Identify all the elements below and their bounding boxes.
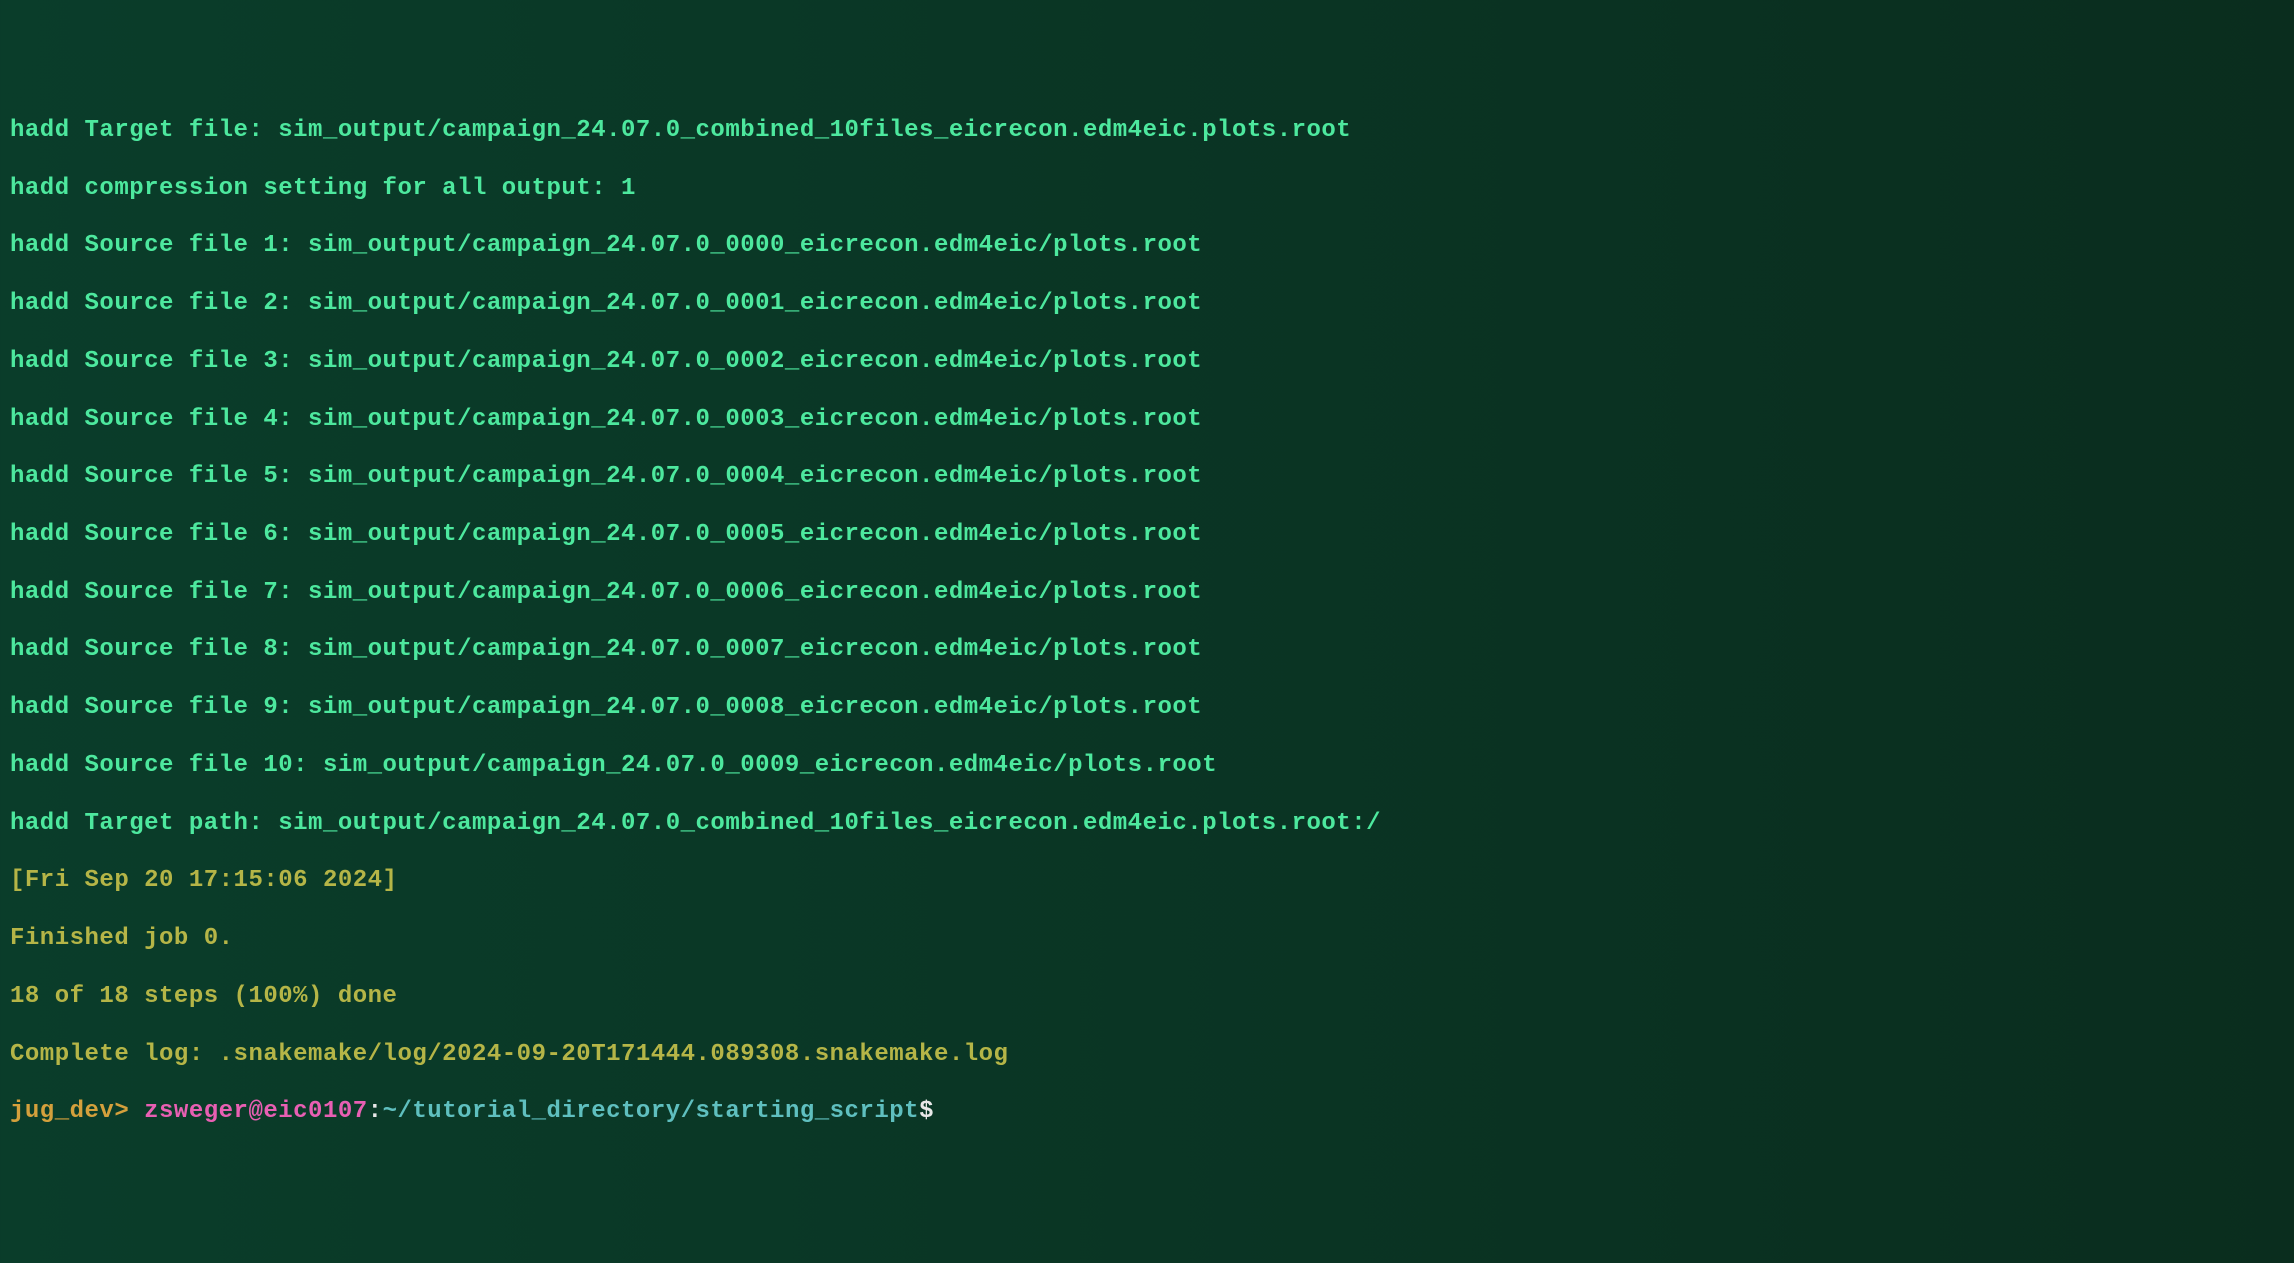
complete-log-line: Complete log: .snakemake/log/2024-09-20T…: [10, 1040, 2284, 1071]
timestamp-line: [Fri Sep 20 17:15:06 2024]: [10, 866, 2284, 897]
prompt-colon: :: [368, 1098, 383, 1125]
prompt-user-host: zsweger@eic0107: [144, 1098, 368, 1125]
hadd-target-path-line: hadd Target path: sim_output/campaign_24…: [10, 809, 2284, 840]
hadd-source-8-line: hadd Source file 8: sim_output/campaign_…: [10, 635, 2284, 666]
prompt-dollar: $: [919, 1098, 934, 1125]
hadd-source-5-line: hadd Source file 5: sim_output/campaign_…: [10, 462, 2284, 493]
hadd-source-4-line: hadd Source file 4: sim_output/campaign_…: [10, 405, 2284, 436]
hadd-source-10-line: hadd Source file 10: sim_output/campaign…: [10, 751, 2284, 782]
hadd-source-9-line: hadd Source file 9: sim_output/campaign_…: [10, 693, 2284, 724]
hadd-source-3-line: hadd Source file 3: sim_output/campaign_…: [10, 347, 2284, 378]
hadd-source-7-line: hadd Source file 7: sim_output/campaign_…: [10, 578, 2284, 609]
prompt-prefix: jug_dev>: [10, 1098, 144, 1125]
hadd-source-6-line: hadd Source file 6: sim_output/campaign_…: [10, 520, 2284, 551]
hadd-target-file-line: hadd Target file: sim_output/campaign_24…: [10, 116, 2284, 147]
hadd-compression-line: hadd compression setting for all output:…: [10, 174, 2284, 205]
hadd-source-2-line: hadd Source file 2: sim_output/campaign_…: [10, 289, 2284, 320]
prompt-line[interactable]: jug_dev> zsweger@eic0107:~/tutorial_dire…: [10, 1097, 2284, 1128]
steps-done-line: 18 of 18 steps (100%) done: [10, 982, 2284, 1013]
finished-job-line: Finished job 0.: [10, 924, 2284, 955]
prompt-path: ~/tutorial_directory/starting_script: [383, 1098, 919, 1125]
hadd-source-1-line: hadd Source file 1: sim_output/campaign_…: [10, 231, 2284, 262]
